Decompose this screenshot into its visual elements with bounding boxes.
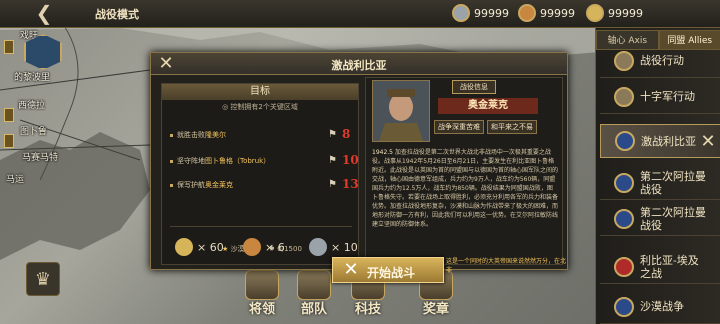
campaign-item[interactable]: 第二次阿拉曼 战役	[600, 202, 720, 236]
campaign-item[interactable]: 第二次阿拉曼 战役	[600, 166, 720, 200]
unit-icon	[297, 270, 331, 300]
general-portrait-image	[373, 81, 429, 141]
map-flag-icon[interactable]	[4, 108, 14, 122]
campaign-description: 1942.5 加查拉战役是第二次世界大战北非战场中一次极其重要之战役。战事从19…	[372, 149, 558, 228]
city-label: 西德拉	[18, 101, 46, 111]
divider	[170, 226, 352, 227]
flag-icon: ⚑	[328, 129, 337, 140]
map-flag-icon[interactable]	[4, 40, 14, 54]
generals-button[interactable]: 将领	[240, 270, 284, 324]
campaign-item[interactable]: 沙漠战争	[600, 290, 720, 324]
reward-item: × 10	[309, 237, 358, 257]
objective-item: 坚守阵地图卜鲁格（Tobruk） ⚑ 10	[170, 153, 359, 170]
medal-icon	[309, 238, 327, 256]
bronze-medal-icon	[518, 4, 536, 22]
dialog-title: 激战利比亚	[331, 59, 387, 72]
trait-badge: 战争深重苦难	[434, 120, 484, 134]
city-label: 马运	[6, 175, 25, 185]
city-label: 马赛马特	[22, 153, 59, 163]
back-button[interactable]: ❮	[30, 2, 58, 24]
flag-icon: ⚑	[328, 179, 337, 190]
uk-flag-icon	[614, 172, 634, 193]
objective-item: 保写护航奥金莱克 ⚑ 13	[170, 177, 359, 194]
objectives-subtitle: ◎ 控制拥有2个关键区域	[222, 103, 298, 111]
campaign-list: 轴心 Axis 同盟 Allies 战役行动 十字军行动 激战利比亚 ✕ 第二次…	[595, 28, 720, 324]
general-icon	[245, 270, 279, 300]
resource-star-medal: 99999	[586, 3, 643, 23]
flag-icon	[614, 50, 634, 71]
star-medal-icon	[586, 4, 604, 22]
start-battle-button[interactable]: ✕ 开始战斗	[332, 257, 444, 283]
rewards-row: × 60 × 6 × 10	[159, 237, 359, 257]
campaign-item-selected[interactable]: 激战利比亚 ✕	[600, 124, 720, 158]
objectives-title: 目标	[162, 84, 358, 100]
uk-flag-icon	[614, 296, 634, 317]
italy-flag-icon	[614, 256, 634, 277]
trait-badge: 和平来之不易	[487, 120, 537, 134]
bronze-medal-icon	[243, 238, 261, 256]
uk-flag-icon	[614, 208, 634, 229]
general-name: 奥金莱克	[438, 98, 538, 114]
close-icon[interactable]: ✕	[698, 131, 718, 153]
flag-icon: ⚑	[328, 155, 337, 166]
resource-bronze-medal: 99999	[518, 3, 575, 23]
campaign-item[interactable]: 十字军行动	[600, 80, 720, 114]
star-medal-icon	[175, 238, 193, 256]
campaign-dialog: ✕ 激战利比亚 目标 ◎ 控制拥有2个关键区域 就胜击败隆美尔 ⚑ 8 坚守阵地…	[150, 52, 568, 270]
map-flag-icon[interactable]	[4, 134, 14, 148]
general-portrait	[372, 80, 430, 142]
uk-flag-icon	[615, 131, 635, 151]
flag-icon	[614, 86, 634, 107]
description-highlight: 这是一个同时的大英帝国来说然然万分，在北非	[446, 258, 567, 274]
campaign-info-tag: 战役信息	[452, 80, 496, 94]
crossed-swords-icon: ✕	[343, 259, 359, 280]
trophy-icon[interactable]: ♛	[26, 262, 60, 296]
resource-medal: 99999	[452, 3, 509, 23]
general-traits: 战争深重苦难 和平来之不易	[434, 120, 537, 134]
city-label: 图卜鲁	[20, 127, 48, 137]
objective-item: 就胜击败隆美尔 ⚑ 8	[170, 127, 354, 144]
campaign-info-panel: 战役信息 奥金莱克 战争深重苦难 和平来之不易 1942.5 加查拉战役是第二次…	[365, 77, 563, 265]
page-title: 战役模式	[95, 8, 139, 21]
reward-item: × 60	[175, 237, 224, 257]
dialog-header: ✕ 激战利比亚	[151, 53, 567, 75]
reward-item: × 6	[243, 237, 285, 257]
city-label: 的黎波里	[14, 73, 51, 83]
medal-icon	[452, 4, 470, 22]
campaign-item[interactable]: 利比亚-埃及 之战	[600, 250, 720, 284]
top-bar: ❮ 战役模式 99999 99999 99999	[0, 0, 720, 28]
campaign-item[interactable]: 战役行动	[600, 44, 720, 78]
units-button[interactable]: 部队	[292, 270, 336, 324]
